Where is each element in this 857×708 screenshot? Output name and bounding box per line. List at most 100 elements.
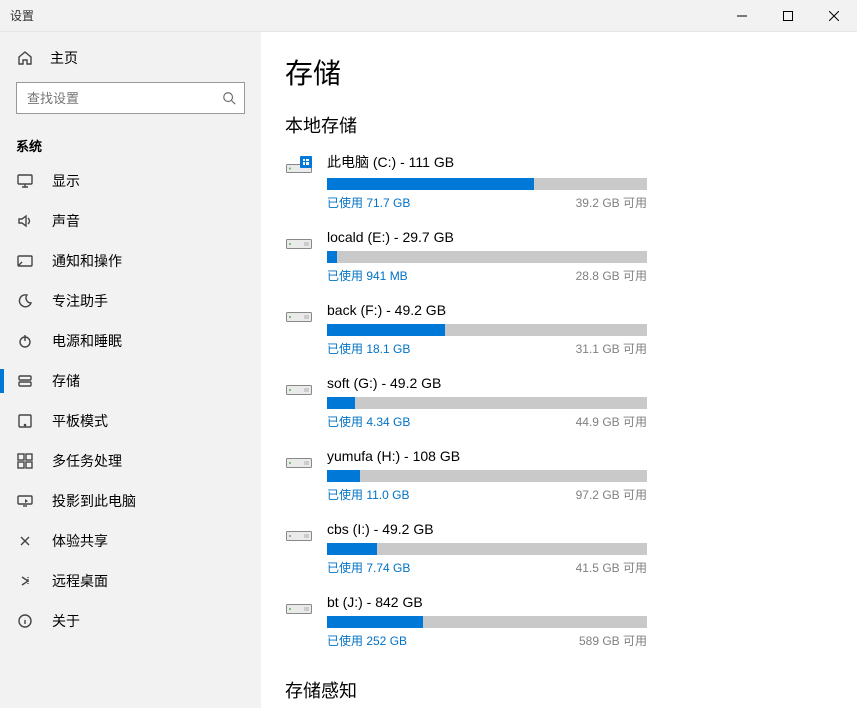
- drive-icon: [285, 375, 313, 403]
- sidebar-item-label: 声音: [52, 211, 80, 231]
- drive-row[interactable]: back (F:) - 49.2 GB 已使用 18.1 GB 31.1 GB 可用: [285, 302, 833, 357]
- drive-free-label: 31.1 GB 可用: [576, 340, 647, 357]
- focus-icon: [16, 292, 34, 310]
- drive-used-label: 已使用 7.74 GB: [327, 559, 410, 576]
- drive-free-label: 44.9 GB 可用: [576, 413, 647, 430]
- drive-used-label: 已使用 941 MB: [327, 267, 408, 284]
- sidebar-item-label: 投影到此电脑: [52, 491, 136, 511]
- system-drive-icon: [285, 152, 313, 180]
- sidebar-item-remote[interactable]: 远程桌面: [0, 561, 261, 601]
- drive-name: bt (J:) - 842 GB: [327, 594, 647, 610]
- storage-sense-heading: 存储感知: [285, 677, 833, 703]
- sidebar-item-label: 通知和操作: [52, 251, 122, 271]
- about-icon: [16, 612, 34, 630]
- maximize-button[interactable]: [765, 0, 811, 31]
- storage-icon: [16, 372, 34, 390]
- home-icon: [16, 49, 34, 67]
- drive-icon: [285, 448, 313, 476]
- drive-usage-bar: [327, 324, 647, 336]
- sidebar-item-tablet[interactable]: 平板模式: [0, 401, 261, 441]
- sidebar-item-label: 电源和睡眠: [52, 331, 122, 351]
- sidebar-item-label: 平板模式: [52, 411, 108, 431]
- sidebar-home[interactable]: 主页: [0, 38, 261, 78]
- drive-row[interactable]: cbs (I:) - 49.2 GB 已使用 7.74 GB 41.5 GB 可用: [285, 521, 833, 576]
- drive-icon: [285, 521, 313, 549]
- minimize-button[interactable]: [719, 0, 765, 31]
- drive-used-label: 已使用 11.0 GB: [327, 486, 409, 503]
- drive-usage-bar: [327, 178, 647, 190]
- sidebar-item-power[interactable]: 电源和睡眠: [0, 321, 261, 361]
- page-title: 存储: [285, 52, 833, 92]
- sidebar-item-label: 远程桌面: [52, 571, 108, 591]
- project-icon: [16, 492, 34, 510]
- drive-row[interactable]: yumufa (H:) - 108 GB 已使用 11.0 GB 97.2 GB 可…: [285, 448, 833, 503]
- sidebar-nav: 显示声音通知和操作专注助手电源和睡眠存储平板模式多任务处理投影到此电脑体验共享远…: [0, 161, 261, 641]
- drive-icon: [285, 229, 313, 257]
- drive-row[interactable]: soft (G:) - 49.2 GB 已使用 4.34 GB 44.9 GB 可用: [285, 375, 833, 430]
- content-area[interactable]: 存储 本地存储 此电脑 (C:) - 111 GB 已使用 71.7 GB 39.2…: [261, 32, 857, 708]
- drive-list: 此电脑 (C:) - 111 GB 已使用 71.7 GB 39.2 GB 可用 lo…: [285, 152, 833, 649]
- sidebar-section-title: 系统: [0, 128, 261, 161]
- close-button[interactable]: [811, 0, 857, 31]
- sidebar-item-shared[interactable]: 体验共享: [0, 521, 261, 561]
- drive-name: soft (G:) - 49.2 GB: [327, 375, 647, 391]
- remote-icon: [16, 572, 34, 590]
- sidebar-item-focus[interactable]: 专注助手: [0, 281, 261, 321]
- sidebar-item-label: 关于: [52, 611, 80, 631]
- drive-free-label: 28.8 GB 可用: [576, 267, 647, 284]
- display-icon: [16, 172, 34, 190]
- search-input[interactable]: [16, 82, 245, 114]
- drive-usage-bar: [327, 543, 647, 555]
- search-field[interactable]: [17, 91, 214, 106]
- window-controls: [719, 0, 857, 31]
- drive-used-label: 已使用 18.1 GB: [327, 340, 410, 357]
- drive-row[interactable]: 此电脑 (C:) - 111 GB 已使用 71.7 GB 39.2 GB 可用: [285, 152, 833, 211]
- sidebar-item-label: 显示: [52, 171, 80, 191]
- sidebar-home-label: 主页: [50, 48, 78, 68]
- shared-icon: [16, 532, 34, 550]
- drive-free-label: 97.2 GB 可用: [576, 486, 647, 503]
- drive-free-label: 39.2 GB 可用: [576, 194, 647, 211]
- sidebar: 主页 系统 显示声音通知和操作专注助手电源和睡眠存储平板模式多任务处理投影到此电…: [0, 32, 261, 708]
- sidebar-item-label: 体验共享: [52, 531, 108, 551]
- sidebar-item-project[interactable]: 投影到此电脑: [0, 481, 261, 521]
- sidebar-item-label: 多任务处理: [52, 451, 122, 471]
- sidebar-item-label: 存储: [52, 371, 80, 391]
- drive-name: locald (E:) - 29.7 GB: [327, 229, 647, 245]
- sidebar-item-storage[interactable]: 存储: [0, 361, 261, 401]
- local-storage-heading: 本地存储: [285, 112, 833, 138]
- sidebar-item-multitask[interactable]: 多任务处理: [0, 441, 261, 481]
- window-title: 设置: [0, 7, 34, 24]
- drive-usage-bar: [327, 470, 647, 482]
- drive-usage-bar: [327, 251, 647, 263]
- sidebar-item-label: 专注助手: [52, 291, 108, 311]
- drive-icon: [285, 594, 313, 622]
- power-icon: [16, 332, 34, 350]
- sidebar-item-about[interactable]: 关于: [0, 601, 261, 641]
- drive-row[interactable]: locald (E:) - 29.7 GB 已使用 941 MB 28.8 GB 可…: [285, 229, 833, 284]
- drive-used-label: 已使用 4.34 GB: [327, 413, 410, 430]
- titlebar: 设置: [0, 0, 857, 32]
- sidebar-item-sound[interactable]: 声音: [0, 201, 261, 241]
- drive-free-label: 589 GB 可用: [579, 632, 647, 649]
- drive-name: cbs (I:) - 49.2 GB: [327, 521, 647, 537]
- notify-icon: [16, 252, 34, 270]
- drive-name: 此电脑 (C:) - 111 GB: [327, 152, 647, 172]
- drive-name: yumufa (H:) - 108 GB: [327, 448, 647, 464]
- sidebar-item-notify[interactable]: 通知和操作: [0, 241, 261, 281]
- drive-used-label: 已使用 71.7 GB: [327, 194, 410, 211]
- tablet-icon: [16, 412, 34, 430]
- drive-free-label: 41.5 GB 可用: [576, 559, 647, 576]
- maximize-icon: [783, 11, 793, 21]
- search-icon: [214, 91, 244, 105]
- close-icon: [829, 11, 839, 21]
- minimize-icon: [737, 11, 747, 21]
- drive-row[interactable]: bt (J:) - 842 GB 已使用 252 GB 589 GB 可用: [285, 594, 833, 649]
- drive-used-label: 已使用 252 GB: [327, 632, 407, 649]
- drive-name: back (F:) - 49.2 GB: [327, 302, 647, 318]
- multitask-icon: [16, 452, 34, 470]
- drive-usage-bar: [327, 397, 647, 409]
- drive-usage-bar: [327, 616, 647, 628]
- sidebar-item-display[interactable]: 显示: [0, 161, 261, 201]
- drive-icon: [285, 302, 313, 330]
